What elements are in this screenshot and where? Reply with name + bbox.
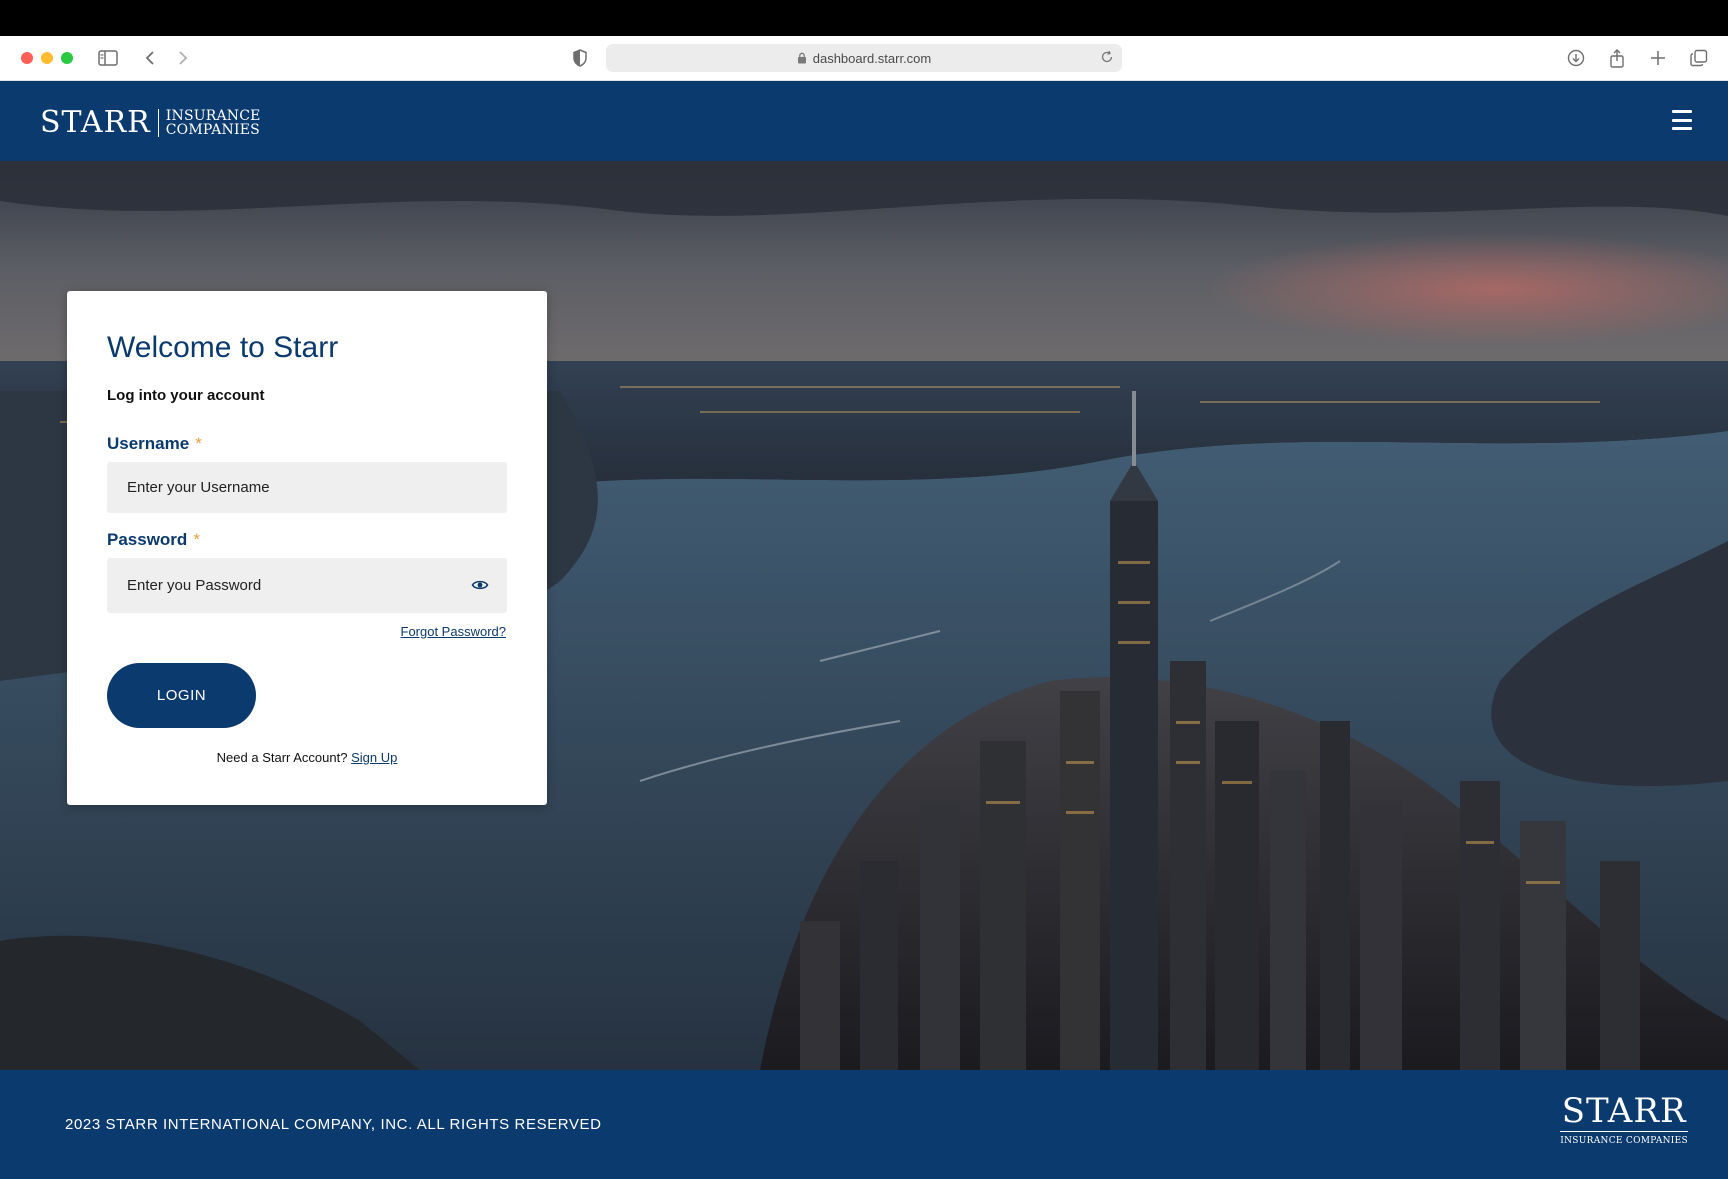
downloads-icon[interactable] bbox=[1564, 46, 1588, 70]
lock-icon bbox=[797, 52, 807, 64]
browser-toolbar: dashboard.starr.com bbox=[0, 36, 1728, 81]
show-password-eye-icon[interactable] bbox=[471, 576, 489, 594]
signup-prompt: Need a Starr Account? bbox=[216, 750, 348, 765]
signup-row: Need a Starr Account? Sign Up bbox=[67, 750, 547, 765]
window-controls bbox=[21, 52, 73, 64]
starr-logo[interactable]: STARR INSURANCE COMPANIES bbox=[40, 105, 261, 140]
copyright-text: 2023 STARR INTERNATIONAL COMPANY, INC. A… bbox=[65, 1116, 602, 1133]
sidebar-toggle-icon[interactable] bbox=[96, 46, 120, 70]
close-window-button[interactable] bbox=[21, 52, 33, 64]
required-marker: * bbox=[193, 530, 200, 549]
minimize-window-button[interactable] bbox=[41, 52, 53, 64]
address-bar[interactable]: dashboard.starr.com bbox=[606, 44, 1122, 72]
footer-logo-tagline: INSURANCE COMPANIES bbox=[1560, 1136, 1688, 1146]
zoom-window-button[interactable] bbox=[61, 52, 73, 64]
login-card: Welcome to Starr Log into your account U… bbox=[67, 291, 547, 805]
logo-wordmark: STARR bbox=[40, 105, 151, 140]
reload-icon[interactable] bbox=[1100, 50, 1114, 67]
username-label-text: Username bbox=[107, 434, 190, 453]
footer-logo-wordmark: STARR bbox=[1561, 1091, 1687, 1131]
username-input[interactable] bbox=[107, 462, 507, 513]
login-title: Welcome to Starr bbox=[107, 331, 339, 364]
logo-tagline: INSURANCE COMPANIES bbox=[166, 109, 261, 137]
hamburger-menu-icon[interactable] bbox=[1672, 110, 1692, 130]
password-input[interactable] bbox=[107, 558, 507, 613]
new-tab-plus-icon[interactable] bbox=[1646, 46, 1670, 70]
system-top-bar bbox=[0, 0, 1728, 36]
privacy-shield-icon[interactable] bbox=[568, 46, 592, 70]
logo-tagline-line2: COMPANIES bbox=[165, 121, 260, 138]
url-text: dashboard.starr.com bbox=[812, 50, 932, 66]
footer-logo-divider bbox=[1560, 1131, 1688, 1132]
site-footer: 2023 STARR INTERNATIONAL COMPANY, INC. A… bbox=[0, 1070, 1728, 1179]
footer-starr-logo[interactable]: STARR INSURANCE COMPANIES bbox=[1560, 1093, 1688, 1146]
username-label: Username * bbox=[107, 434, 202, 454]
forgot-password-link[interactable]: Forgot Password? bbox=[401, 624, 507, 639]
tab-overview-icon[interactable] bbox=[1687, 46, 1711, 70]
login-subtitle: Log into your account bbox=[107, 387, 265, 404]
password-label-text: Password bbox=[107, 530, 188, 549]
required-marker: * bbox=[195, 434, 202, 453]
site-header: STARR INSURANCE COMPANIES bbox=[0, 81, 1728, 161]
back-chevron-icon[interactable] bbox=[138, 46, 162, 70]
login-button[interactable]: LOGIN bbox=[107, 663, 256, 728]
forward-chevron-icon[interactable] bbox=[171, 46, 195, 70]
password-label: Password * bbox=[107, 530, 200, 550]
share-icon[interactable] bbox=[1605, 46, 1629, 70]
logo-divider bbox=[157, 108, 159, 137]
sign-up-link[interactable]: Sign Up bbox=[351, 750, 397, 765]
